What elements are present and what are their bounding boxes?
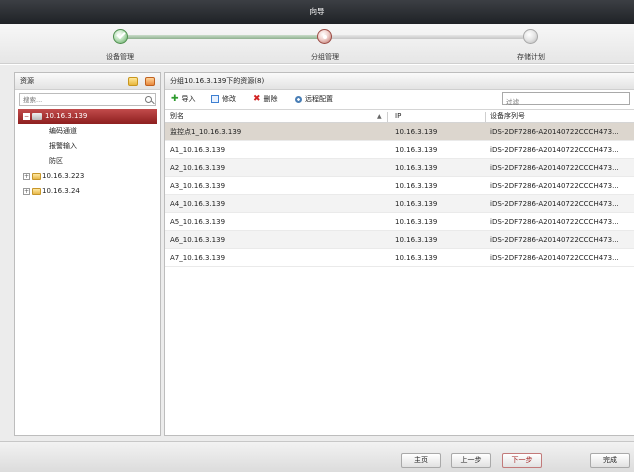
next-step-button[interactable]: 下一步 — [502, 453, 542, 468]
table-header: 别名 ▲ IP 设备序列号 — [165, 109, 634, 123]
home-button[interactable]: 主页 — [401, 453, 441, 468]
table-row[interactable]: A6_10.16.3.139 10.16.3.139 iDS-2DF7286-A… — [165, 231, 634, 249]
delete-button[interactable]: ✖ 删除 — [253, 90, 278, 108]
import-button[interactable]: ✚ 导入 — [171, 90, 196, 108]
step-current-icon — [317, 29, 332, 44]
table-row[interactable]: 监控点1_10.16.3.139 10.16.3.139 iDS-2DF7286… — [165, 123, 634, 141]
tree-child-zone[interactable]: 防区 — [15, 154, 160, 169]
gear-icon — [295, 95, 302, 103]
toolbar: ✚ 导入 修改 ✖ 删除 远程配置 — [165, 90, 634, 108]
step-todo-icon — [523, 29, 538, 44]
previous-step-button[interactable]: 上一步 — [451, 453, 491, 468]
wizard-steps: 设备管理 分组管理 存储计划 — [0, 24, 634, 64]
collapse-icon[interactable]: − — [23, 113, 30, 120]
folder-icon — [32, 188, 41, 195]
tree-node-selected[interactable]: − 10.16.3.139 — [18, 109, 157, 124]
sort-ascending-icon[interactable]: ▲ — [377, 111, 382, 123]
tree-node-label: 10.16.3.24 — [42, 187, 80, 195]
device-icon — [32, 113, 42, 120]
column-divider[interactable] — [387, 112, 388, 122]
expand-icon[interactable]: + — [23, 188, 30, 195]
column-header-serial[interactable]: 设备序列号 — [490, 110, 525, 123]
table-row[interactable]: A7_10.16.3.139 10.16.3.139 iDS-2DF7286-A… — [165, 249, 634, 267]
tree-node[interactable]: + 10.16.3.24 — [15, 184, 160, 199]
delete-icon: ✖ — [253, 94, 261, 104]
table-body: 监控点1_10.16.3.139 10.16.3.139 iDS-2DF7286… — [165, 123, 634, 267]
group-resource-panel: 分组10.16.3.139下的资源(8) ✚ 导入 修改 ✖ 删除 远程配置 过… — [164, 72, 634, 436]
table-row[interactable]: A5_10.16.3.139 10.16.3.139 iDS-2DF7286-A… — [165, 213, 634, 231]
wizard-footer: 主页 上一步 下一步 完成 — [0, 441, 634, 472]
group-panel-title: 分组10.16.3.139下的资源(8) — [165, 73, 634, 90]
tree-node-label: 10.16.3.223 — [42, 172, 85, 180]
remote-config-button[interactable]: 远程配置 — [295, 90, 333, 108]
window-title: 向导 — [0, 0, 634, 24]
resource-panel-header: 资源 — [15, 73, 160, 90]
plus-icon: ✚ — [171, 94, 179, 104]
table-row[interactable]: A1_10.16.3.139 10.16.3.139 iDS-2DF7286-A… — [165, 141, 634, 159]
search-icon[interactable] — [145, 96, 152, 103]
resource-search-input[interactable] — [20, 94, 140, 105]
tree-child-alarm-input[interactable]: 报警输入 — [15, 139, 160, 154]
add-group-icon[interactable] — [128, 77, 138, 86]
tree-node-label: 10.16.3.139 — [45, 112, 88, 120]
step-label-device-management: 设备管理 — [106, 53, 134, 61]
table-row[interactable]: A3_10.16.3.139 10.16.3.139 iDS-2DF7286-A… — [165, 177, 634, 195]
table-row[interactable]: A2_10.16.3.139 10.16.3.139 iDS-2DF7286-A… — [165, 159, 634, 177]
modify-button[interactable]: 修改 — [211, 90, 236, 108]
content-area: 资源 − 10.16.3.139 编码通道 报警输入 防区 + 10.16.3.… — [0, 65, 634, 441]
resource-panel: 资源 − 10.16.3.139 编码通道 报警输入 防区 + 10.16.3.… — [14, 72, 161, 436]
tree-node[interactable]: + 10.16.3.223 — [15, 169, 160, 184]
step-done-icon — [113, 29, 128, 44]
column-divider[interactable] — [485, 112, 486, 122]
step-label-storage-plan: 存储计划 — [517, 53, 545, 61]
wizard-progress-line-todo — [328, 35, 524, 39]
tree-child-encoding-channel[interactable]: 编码通道 — [15, 124, 160, 139]
column-header-alias[interactable]: 别名 — [170, 110, 184, 123]
step-label-group-management: 分组管理 — [311, 53, 339, 61]
filter-input[interactable] — [503, 96, 627, 108]
table-row[interactable]: A4_10.16.3.139 10.16.3.139 iDS-2DF7286-A… — [165, 195, 634, 213]
resource-panel-title: 资源 — [20, 77, 34, 85]
resource-table: 别名 ▲ IP 设备序列号 监控点1_10.16.3.139 10.16.3.1… — [165, 109, 634, 267]
folder-icon — [32, 173, 41, 180]
filter-box — [502, 92, 630, 108]
wizard-progress-line-done — [121, 35, 320, 39]
finish-button[interactable]: 完成 — [590, 453, 630, 468]
expand-icon[interactable]: + — [23, 173, 30, 180]
delete-group-icon[interactable] — [145, 77, 155, 86]
edit-icon — [211, 95, 219, 103]
resource-search — [19, 93, 156, 106]
column-header-ip[interactable]: IP — [395, 110, 401, 123]
